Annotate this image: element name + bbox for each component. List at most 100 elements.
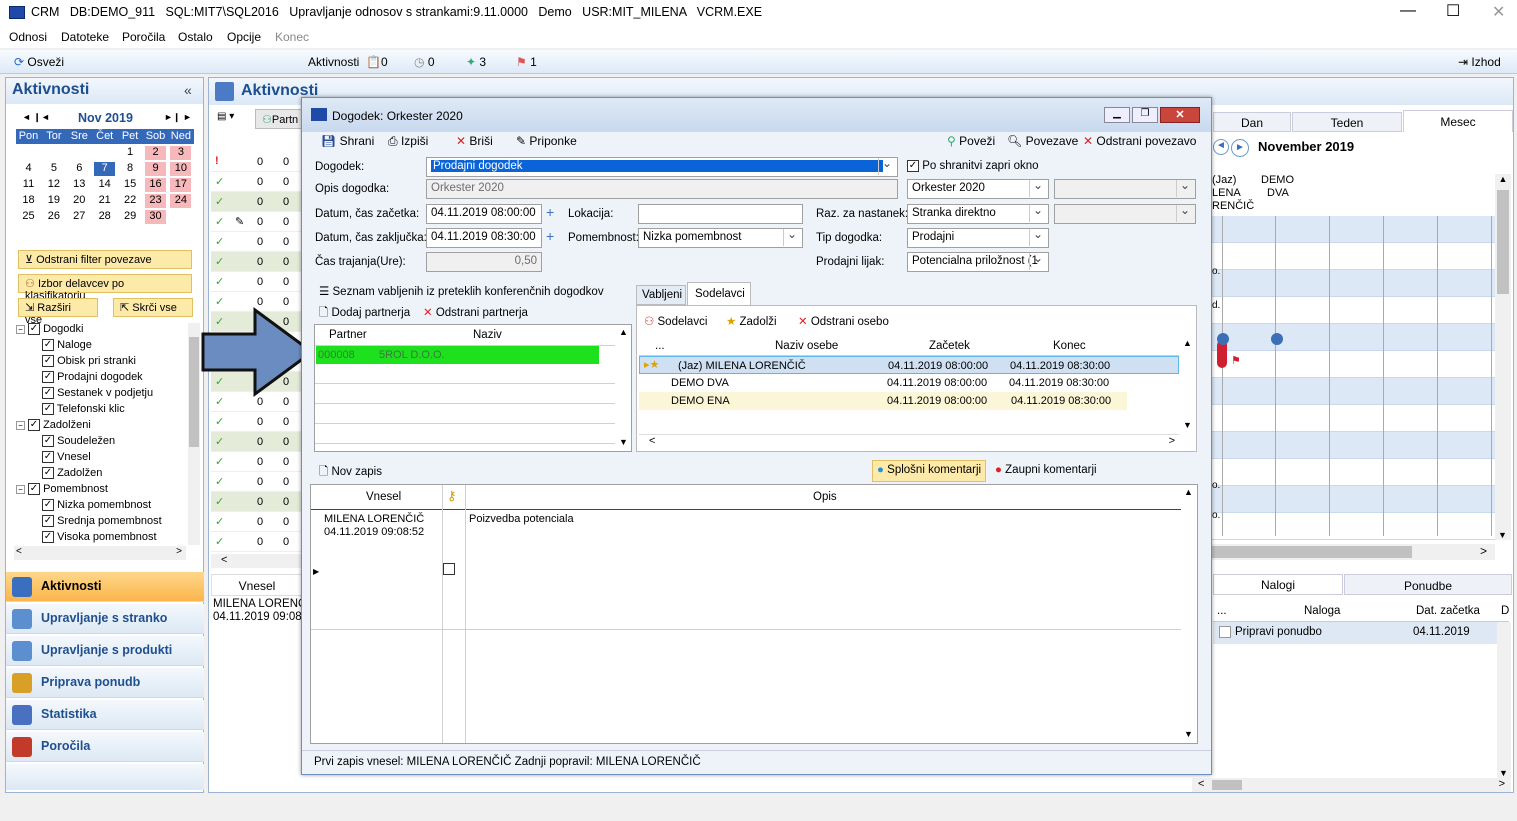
tab-ponudbe[interactable]: Ponudbe (1344, 574, 1512, 595)
dialog-maximize-button[interactable]: ❐ (1132, 107, 1158, 123)
nalogi-row[interactable]: Pripravi ponudbo 04.11.2019 (1213, 622, 1497, 644)
calendar-day[interactable]: 19 (43, 194, 64, 208)
calendar-row[interactable] (1212, 270, 1495, 297)
calendar-row[interactable] (1212, 432, 1495, 459)
calendar-day[interactable]: 27 (69, 210, 90, 224)
zadolzi-button[interactable]: ★ Zadolži (726, 314, 777, 328)
calendar-day[interactable]: 29 (120, 210, 141, 224)
tree-checkbox[interactable] (42, 435, 54, 448)
start-plus-icon[interactable]: + (546, 204, 554, 220)
unlink-button[interactable]: ✕ Odstrani povezavo (1083, 134, 1196, 148)
nalogi-vscroll[interactable]: ▼ (1497, 622, 1511, 778)
tree-item[interactable]: Zadolžen (42, 467, 102, 480)
menu-konec[interactable]: Konec (275, 30, 309, 44)
calendar-vscroll[interactable]: ▲ ▼ (1495, 174, 1511, 540)
comments-scroll[interactable]: ▼ (1184, 729, 1193, 739)
nav-item-0[interactable]: Aktivnosti (6, 572, 204, 602)
activity-row[interactable]: ✓ 0 0 (211, 452, 303, 472)
tree-checkbox[interactable] (42, 387, 54, 400)
add-partner-button[interactable]: 🗋 Dodaj partnerja (319, 305, 410, 324)
general-comments-button[interactable]: ● Splošni komentarji (872, 460, 987, 482)
partner-scroll[interactable]: ▲ (619, 327, 628, 337)
tree-item[interactable]: Nizka pomembnost (42, 499, 151, 512)
tree-checkbox[interactable] (42, 467, 54, 480)
comment-text[interactable]: Poizvedba potenciala (469, 513, 574, 525)
activity-row[interactable]: ✓ 0 0 (211, 472, 303, 492)
calendar-row[interactable] (1212, 324, 1495, 351)
link-button[interactable]: ⚲ Poveži (947, 134, 995, 148)
tree-item[interactable]: Srednja pomembnost (42, 515, 162, 528)
calendar-day[interactable]: 28 (94, 210, 115, 224)
calendar-day[interactable]: 3 (170, 146, 192, 160)
tree-checkbox[interactable] (28, 483, 40, 496)
checkbox[interactable] (907, 160, 919, 172)
nav-item-3[interactable]: Priprava ponudb (6, 668, 204, 698)
tree-checkbox[interactable] (28, 323, 40, 336)
nav-item-4[interactable]: Statistika (6, 700, 204, 730)
tree-item[interactable]: Vnesel (42, 451, 91, 464)
list-dropdown-icon[interactable]: ▤ ▾ (217, 111, 234, 122)
tree-item[interactable]: Telefonski klic (42, 403, 125, 416)
menu-odnosi[interactable]: Odnosi (9, 30, 47, 44)
activity-row[interactable]: ✓ 0 0 ✎ (211, 212, 303, 232)
toolbar-counter-4[interactable]: ⚑ 1 (516, 55, 537, 69)
tree-item[interactable]: − Dogodki (16, 323, 83, 336)
tree-checkbox[interactable] (42, 515, 54, 528)
tree-item[interactable]: Soudeležen (42, 435, 115, 448)
tree-checkbox[interactable] (28, 419, 40, 432)
menu-porocila[interactable]: Poročila (122, 30, 165, 44)
tree-item[interactable]: Prodajni dogodek (42, 371, 143, 384)
calendar-day[interactable]: 8 (120, 162, 141, 176)
partner-scroll[interactable]: ▼ (619, 437, 628, 447)
calendar-day[interactable]: 12 (43, 178, 64, 192)
sodelavci-button[interactable]: ⚇ Sodelavci (644, 314, 707, 328)
calendar-day[interactable]: 18 (18, 194, 39, 208)
calendar-day[interactable]: 21 (94, 194, 115, 208)
collapse-all-button[interactable]: ⇱ Skrči vse (113, 298, 193, 317)
calendar-row[interactable] (1212, 486, 1495, 513)
calendar-day[interactable]: 22 (120, 194, 141, 208)
attachments-button[interactable]: ✎ Priponke (516, 134, 577, 148)
activity-row[interactable]: ✓ 0 0 (211, 272, 303, 292)
collapse-panel-icon[interactable]: « (184, 82, 192, 98)
activity-row[interactable]: ✓ 0 0 (211, 192, 303, 212)
tree-item[interactable]: Obisk pri stranki (42, 355, 136, 368)
calendar-row[interactable] (1212, 513, 1495, 540)
activity-hscroll[interactable]: < (211, 554, 303, 568)
calendar-row[interactable] (1212, 378, 1495, 405)
calendar-day[interactable]: 17 (170, 178, 192, 192)
calendar-day[interactable]: 2 (145, 146, 166, 160)
cal-next-button[interactable]: ► (1231, 139, 1249, 157)
calendar-day[interactable]: 26 (43, 210, 64, 224)
tree-checkbox[interactable] (42, 371, 54, 384)
tree-checkbox[interactable] (42, 355, 54, 368)
start-datetime-input[interactable]: 04.11.2019 08:00:00 (426, 204, 542, 224)
calendar-day[interactable]: 24 (170, 194, 192, 208)
tree-checkbox[interactable] (42, 451, 54, 464)
comment-checkbox[interactable] (443, 563, 455, 575)
razlog-select[interactable]: Stranka direktno (907, 204, 1049, 224)
links-button[interactable]: 🔍︎ Povezave (1007, 134, 1078, 148)
end-datetime-input[interactable]: 04.11.2019 08:30:00 (426, 228, 542, 248)
tab-vabljeni[interactable]: Vabljeni (636, 285, 686, 305)
end-plus-icon[interactable]: + (546, 228, 554, 244)
print-button[interactable]: ⎙ Izpiši (388, 134, 428, 149)
dogodek-select[interactable]: Prodajni dogodek (426, 157, 898, 177)
menu-ostalo[interactable]: Ostalo (178, 30, 213, 44)
tree-scrollbar[interactable] (188, 323, 200, 545)
cal-tab-teden[interactable]: Teden (1292, 112, 1402, 132)
activity-row[interactable]: ! 0 0 (211, 152, 303, 172)
filter-button[interactable]: ⊻ Odstrani filter povezave (18, 250, 192, 269)
tab-sodelavci[interactable]: Sodelavci (687, 282, 751, 306)
calendar-day[interactable]: 15 (120, 178, 141, 192)
next-month-icon[interactable]: ►❙ ► (164, 112, 192, 123)
remove-partner-button[interactable]: ✕ Odstrani partnerja (423, 305, 528, 319)
calendar-day[interactable]: 1 (120, 146, 141, 160)
extra-select-1[interactable] (1054, 179, 1196, 199)
lijak-select[interactable]: Potencialna priložnost (1 (907, 252, 1049, 272)
sodelavci-vscroll[interactable]: ▼ (1183, 420, 1192, 430)
calendar-day[interactable]: 16 (145, 178, 166, 192)
minimize-button[interactable]: — (1400, 2, 1416, 20)
nav-item-5[interactable]: Poročila (6, 732, 204, 762)
prev-month-icon[interactable]: ◄ ❙◄ (22, 112, 50, 123)
